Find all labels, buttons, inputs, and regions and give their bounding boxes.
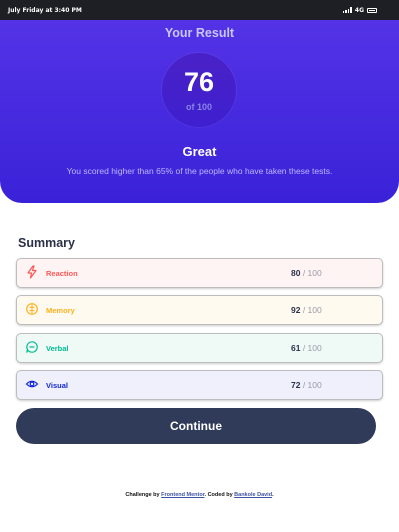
summary-item-score: 72 / 100 bbox=[291, 380, 322, 390]
summary-item-verbal: Verbal 61 / 100 bbox=[16, 333, 383, 363]
summary-item-label: Reaction bbox=[46, 268, 78, 278]
summary-item-reaction: Reaction 80 / 100 bbox=[16, 258, 383, 288]
eye-icon bbox=[25, 380, 39, 388]
summary-item-memory: Memory 92 / 100 bbox=[16, 295, 383, 325]
summary-item-label: Memory bbox=[46, 305, 75, 315]
score-total: of 100 bbox=[185, 102, 212, 112]
status-bar: July Friday at 3:40 PM 4G bbox=[0, 0, 399, 20]
brain-icon bbox=[26, 303, 38, 315]
result-title: Your Result bbox=[164, 26, 235, 40]
summary-title: Summary bbox=[18, 236, 75, 250]
result-description: You scored higher than 65% of the people… bbox=[66, 166, 333, 176]
status-indicators: 4G bbox=[342, 6, 377, 14]
signal-icon bbox=[342, 7, 352, 13]
lightning-icon bbox=[27, 265, 37, 279]
status-time: July Friday at 3:40 PM bbox=[8, 6, 82, 14]
summary-item-score: 61 / 100 bbox=[291, 343, 322, 353]
score-value: 76 bbox=[183, 67, 215, 97]
summary-item-score: 80 / 100 bbox=[291, 268, 322, 278]
speech-bubble-icon bbox=[26, 341, 38, 353]
attribution: Challenge by Frontend Mentor. Coded by B… bbox=[125, 492, 274, 498]
frontend-mentor-link[interactable]: Frontend Mentor bbox=[161, 492, 204, 498]
result-card: Your Result 76 of 100 Great You scored h… bbox=[0, 20, 399, 203]
score-circle: 76 of 100 bbox=[162, 53, 236, 127]
battery-icon bbox=[367, 7, 377, 13]
summary-item-score: 92 / 100 bbox=[291, 305, 322, 315]
grade-label: Great bbox=[182, 144, 217, 159]
summary-item-label: Visual bbox=[46, 380, 68, 390]
network-label: 4G bbox=[354, 6, 364, 14]
summary-item-visual: Visual 72 / 100 bbox=[16, 370, 383, 400]
author-link[interactable]: Bankole David bbox=[234, 492, 272, 498]
summary-item-label: Verbal bbox=[46, 343, 69, 353]
continue-button[interactable]: Continue bbox=[16, 408, 376, 444]
